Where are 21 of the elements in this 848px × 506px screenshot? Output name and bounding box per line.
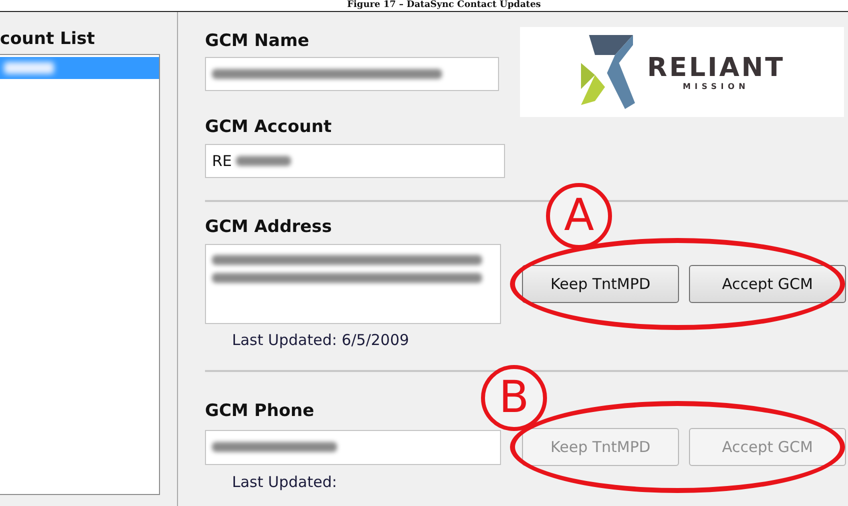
text-field[interactable] [205,430,501,464]
text-area[interactable] [205,244,501,324]
list-item[interactable] [0,57,159,79]
annotation-marker: B [481,365,547,431]
list-title: count List [0,28,96,50]
field-value: RE [212,152,232,170]
accept-button[interactable]: Accept GCM [689,265,846,303]
keep-button[interactable]: Keep TntMPD [522,265,679,303]
text-field[interactable]: RE [205,144,505,178]
logo-mark-icon [579,33,636,111]
field-label: GCM Phone [205,400,316,422]
text-field[interactable] [205,57,499,91]
last-updated-text: Last Updated: 6/5/2009 [232,330,410,350]
field-label: GCM Account [205,116,333,138]
field-label: GCM Address [205,216,333,238]
figure-caption: Figure 17 – DataSync Contact Updates [347,0,541,10]
annotation-marker: A [546,183,612,249]
logo-name: RELIANT [647,54,785,82]
last-updated-text: Last Updated: [232,472,338,492]
field-label: GCM Name [205,30,310,52]
logo-tagline: MISSION [682,82,750,90]
